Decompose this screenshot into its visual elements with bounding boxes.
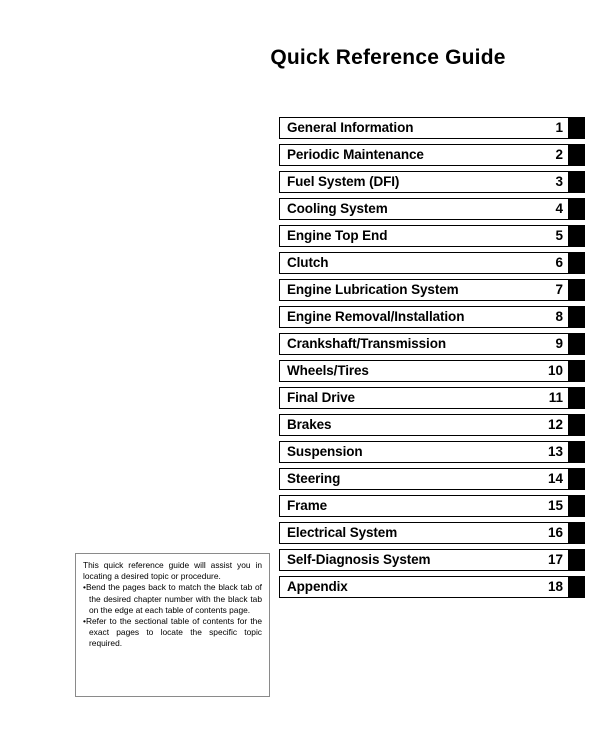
chapter-number: 10 <box>547 363 563 379</box>
chapter-label: Engine Lubrication System <box>287 282 459 298</box>
chapter-tab-marker <box>569 441 585 463</box>
chapter-number: 8 <box>555 309 563 325</box>
chapter-row[interactable]: Engine Removal/Installation 8 <box>279 306 585 328</box>
chapter-label: Clutch <box>287 255 329 271</box>
chapter-box[interactable]: Wheels/Tires 10 <box>279 360 569 382</box>
chapter-tab-marker <box>569 252 585 274</box>
chapter-number: 16 <box>547 525 563 541</box>
chapter-tab-marker <box>569 414 585 436</box>
chapter-row[interactable]: Cooling System 4 <box>279 198 585 220</box>
note-bullet-text: Bend the pages back to match the black t… <box>85 582 262 615</box>
chapter-row[interactable]: Crankshaft/Transmission 9 <box>279 333 585 355</box>
chapter-label: General Information <box>287 120 414 136</box>
chapter-box[interactable]: Appendix 18 <box>279 576 569 598</box>
chapter-label: Fuel System (DFI) <box>287 174 400 190</box>
usage-note-box: This quick reference guide will assist y… <box>75 553 270 697</box>
chapter-row[interactable]: Final Drive 11 <box>279 387 585 409</box>
chapter-tab-marker <box>569 279 585 301</box>
chapter-label: Periodic Maintenance <box>287 147 424 163</box>
chapter-row[interactable]: Brakes 12 <box>279 414 585 436</box>
chapter-row[interactable]: Self-Diagnosis System 17 <box>279 549 585 571</box>
note-bullet-item: •Refer to the sectional table of content… <box>83 616 262 650</box>
chapter-tab-marker <box>569 306 585 328</box>
chapter-number: 1 <box>555 120 563 136</box>
chapter-label: Final Drive <box>287 390 355 406</box>
chapter-box[interactable]: Clutch 6 <box>279 252 569 274</box>
chapter-row[interactable]: Appendix 18 <box>279 576 585 598</box>
chapter-number: 9 <box>555 336 563 352</box>
chapter-label: Wheels/Tires <box>287 363 369 379</box>
chapter-row[interactable]: General Information 1 <box>279 117 585 139</box>
chapter-tab-marker <box>569 468 585 490</box>
chapter-tab-marker <box>569 360 585 382</box>
chapter-number: 17 <box>547 552 563 568</box>
chapter-row[interactable]: Clutch 6 <box>279 252 585 274</box>
chapter-box[interactable]: Steering 14 <box>279 468 569 490</box>
chapter-label: Engine Removal/Installation <box>287 309 465 325</box>
chapter-row[interactable]: Electrical System 16 <box>279 522 585 544</box>
chapter-label: Appendix <box>287 579 348 595</box>
chapter-label: Brakes <box>287 417 332 433</box>
chapter-box[interactable]: General Information 1 <box>279 117 569 139</box>
chapter-tab-marker <box>569 387 585 409</box>
chapter-box[interactable]: Engine Top End 5 <box>279 225 569 247</box>
chapter-row[interactable]: Fuel System (DFI) 3 <box>279 171 585 193</box>
chapter-number: 3 <box>555 174 563 190</box>
chapter-tab-marker <box>569 225 585 247</box>
chapter-number: 2 <box>555 147 563 163</box>
chapter-number: 14 <box>547 471 563 487</box>
chapter-label: Engine Top End <box>287 228 388 244</box>
chapter-list: General Information 1 Periodic Maintenan… <box>279 117 585 603</box>
chapter-box[interactable]: Fuel System (DFI) 3 <box>279 171 569 193</box>
chapter-row[interactable]: Wheels/Tires 10 <box>279 360 585 382</box>
chapter-row[interactable]: Engine Lubrication System 7 <box>279 279 585 301</box>
chapter-tab-marker <box>569 495 585 517</box>
chapter-number: 6 <box>555 255 563 271</box>
chapter-tab-marker <box>569 198 585 220</box>
chapter-box[interactable]: Electrical System 16 <box>279 522 569 544</box>
chapter-tab-marker <box>569 117 585 139</box>
chapter-box[interactable]: Crankshaft/Transmission 9 <box>279 333 569 355</box>
chapter-label: Self-Diagnosis System <box>287 552 431 568</box>
chapter-tab-marker <box>569 576 585 598</box>
chapter-box[interactable]: Cooling System 4 <box>279 198 569 220</box>
chapter-box[interactable]: Engine Removal/Installation 8 <box>279 306 569 328</box>
chapter-number: 5 <box>555 228 563 244</box>
chapter-number: 12 <box>547 417 563 433</box>
chapter-label: Electrical System <box>287 525 398 541</box>
chapter-box[interactable]: Periodic Maintenance 2 <box>279 144 569 166</box>
chapter-number: 11 <box>548 390 563 406</box>
chapter-number: 7 <box>555 282 563 298</box>
chapter-tab-marker <box>569 522 585 544</box>
note-bullet-text: Refer to the sectional table of contents… <box>85 616 262 649</box>
chapter-label: Cooling System <box>287 201 388 217</box>
chapter-number: 15 <box>547 498 563 514</box>
chapter-box[interactable]: Engine Lubrication System 7 <box>279 279 569 301</box>
chapter-label: Crankshaft/Transmission <box>287 336 447 352</box>
note-intro-text: This quick reference guide will assist y… <box>83 560 262 582</box>
chapter-number: 4 <box>555 201 563 217</box>
chapter-box[interactable]: Final Drive 11 <box>279 387 569 409</box>
chapter-box[interactable]: Frame 15 <box>279 495 569 517</box>
chapter-row[interactable]: Periodic Maintenance 2 <box>279 144 585 166</box>
page-title: Quick Reference Guide <box>270 46 506 69</box>
chapter-box[interactable]: Suspension 13 <box>279 441 569 463</box>
note-bullet-item: •Bend the pages back to match the black … <box>83 582 262 616</box>
chapter-label: Suspension <box>287 444 363 460</box>
chapter-row[interactable]: Suspension 13 <box>279 441 585 463</box>
chapter-tab-marker <box>569 549 585 571</box>
chapter-number: 13 <box>547 444 563 460</box>
chapter-number: 18 <box>547 579 563 595</box>
chapter-row[interactable]: Steering 14 <box>279 468 585 490</box>
chapter-row[interactable]: Frame 15 <box>279 495 585 517</box>
chapter-row[interactable]: Engine Top End 5 <box>279 225 585 247</box>
chapter-label: Frame <box>287 498 328 514</box>
chapter-box[interactable]: Brakes 12 <box>279 414 569 436</box>
chapter-box[interactable]: Self-Diagnosis System 17 <box>279 549 569 571</box>
chapter-tab-marker <box>569 333 585 355</box>
chapter-label: Steering <box>287 471 341 487</box>
chapter-tab-marker <box>569 144 585 166</box>
chapter-tab-marker <box>569 171 585 193</box>
